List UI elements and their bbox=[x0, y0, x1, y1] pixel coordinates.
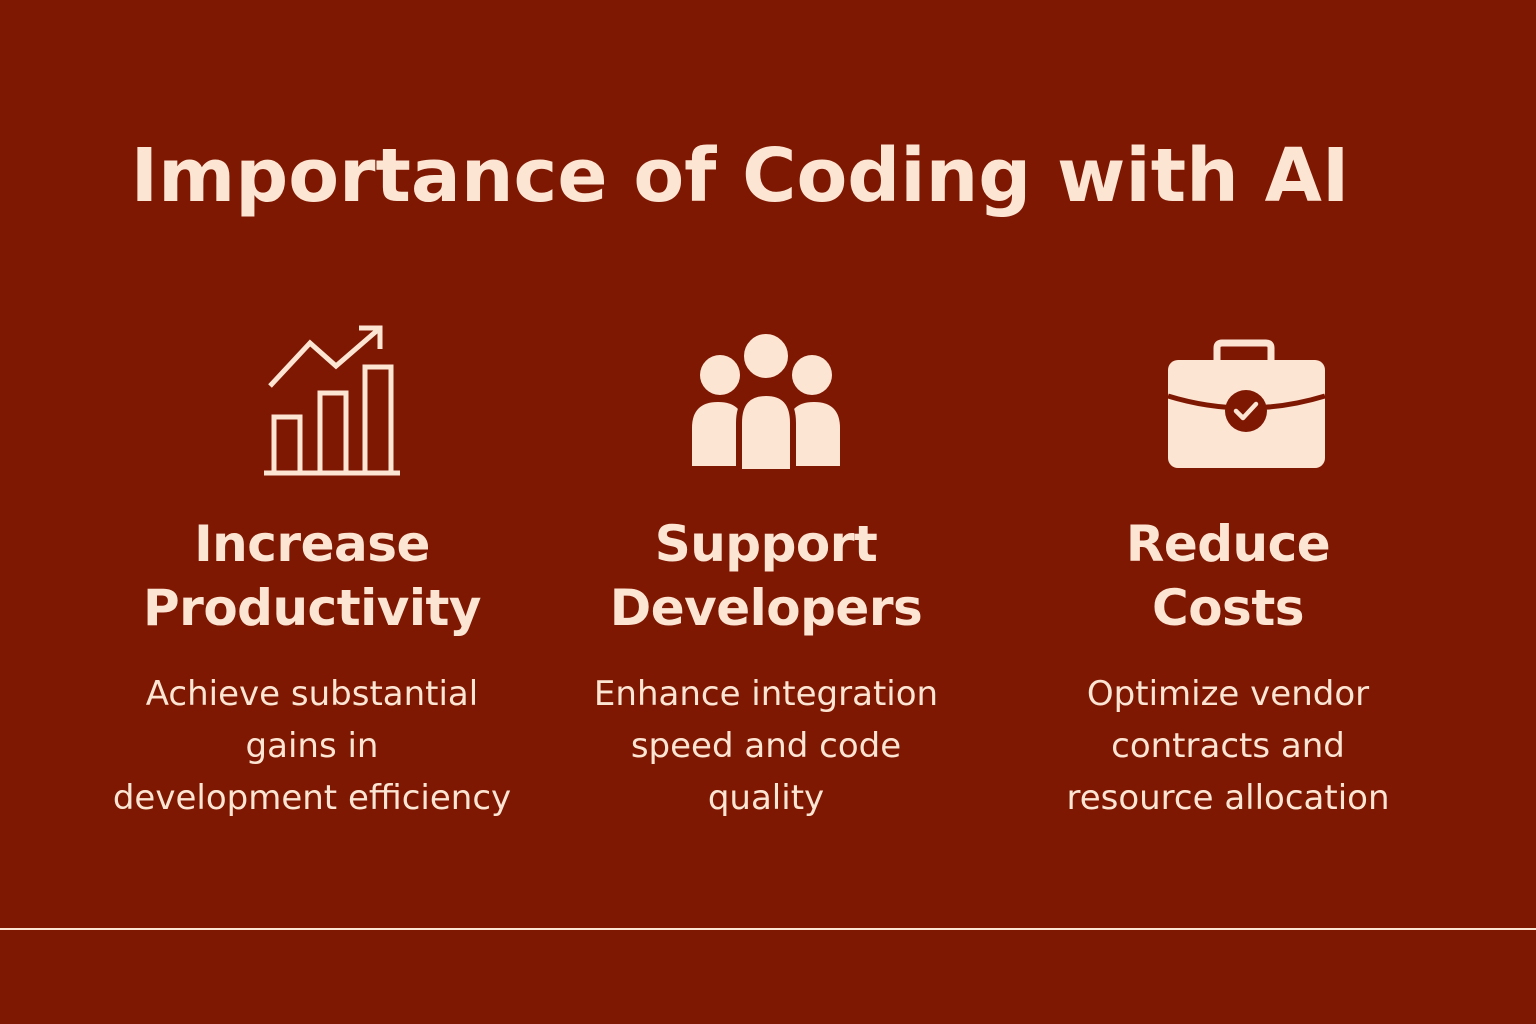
card-description-line: contracts and bbox=[1111, 726, 1345, 766]
page-title: Importance of Coding with AI bbox=[130, 133, 1350, 219]
briefcase-check-icon bbox=[1167, 339, 1326, 468]
card-description-line: Enhance integration bbox=[593, 674, 939, 714]
card-heading-line: Support bbox=[654, 515, 878, 573]
card-description-line: speed and code bbox=[630, 726, 902, 766]
card-support-developers: Support Developers Enhance integration s… bbox=[536, 318, 996, 824]
card-heading-line: Increase bbox=[194, 515, 430, 573]
card-heading-line: Developers bbox=[609, 579, 923, 637]
card-heading-line: Costs bbox=[1152, 579, 1304, 637]
card-increase-productivity: Increase Productivity Achieve substantia… bbox=[82, 318, 542, 824]
card-heading-line: Reduce bbox=[1125, 515, 1331, 573]
card-description-line: gains in bbox=[245, 726, 379, 766]
card-heading: Reduce Costs bbox=[998, 512, 1458, 640]
card-heading: Support Developers bbox=[536, 512, 996, 640]
card-description: Optimize vendor contracts and resource a… bbox=[998, 668, 1458, 824]
bottom-divider bbox=[0, 928, 1536, 930]
card-description-line: quality bbox=[707, 778, 825, 818]
card-description-line: Achieve substantial bbox=[145, 674, 479, 714]
bar-chart-growth-icon bbox=[264, 325, 400, 476]
card-description-line: Optimize vendor bbox=[1086, 674, 1370, 714]
card-reduce-costs: Reduce Costs Optimize vendor contracts a… bbox=[998, 318, 1458, 824]
card-heading-line: Productivity bbox=[143, 579, 481, 637]
people-group-icon bbox=[692, 328, 840, 475]
card-description: Achieve substantial gains in development… bbox=[82, 668, 542, 824]
card-description-line: development efficiency bbox=[112, 778, 512, 818]
card-heading: Increase Productivity bbox=[82, 512, 542, 640]
card-description: Enhance integration speed and code quali… bbox=[536, 668, 996, 824]
infographic-page: Importance of Coding with AI Increase Pr… bbox=[0, 0, 1536, 1024]
card-description-line: resource allocation bbox=[1066, 778, 1390, 818]
